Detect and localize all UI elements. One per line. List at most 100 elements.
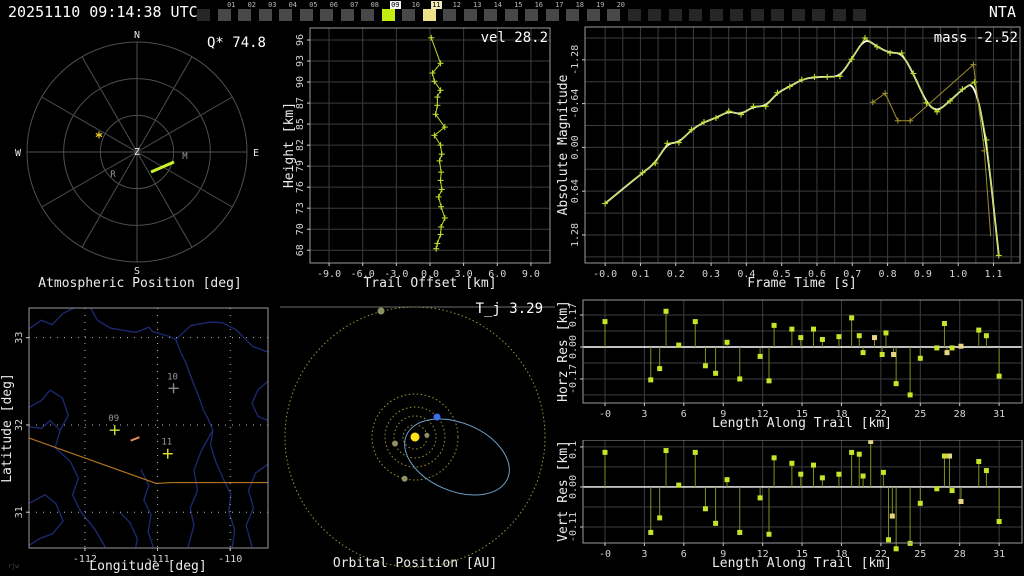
horz-res-09-point (713, 370, 719, 376)
frame-button-08[interactable]: 08 (360, 1, 380, 23)
station-label-09: 09 (108, 414, 119, 424)
vert-res-11-point (947, 453, 953, 459)
river-line (29, 493, 64, 546)
x-tick-label: 0.3 (702, 269, 720, 280)
nta-meteor-dashboard: 20251110 09:14:38 UTC 01 02 03 04 05 06 07 08 09… (0, 0, 1024, 576)
frame-button-18[interactable]: 18 (565, 1, 585, 23)
frame-button-13[interactable]: 13 (463, 1, 483, 23)
frame-number-label: 11 (431, 1, 442, 9)
frame-slot-blank (729, 1, 749, 23)
y-axis-title: Absolute Magnitude (556, 74, 571, 215)
frame-button-02[interactable]: 02 (237, 1, 257, 23)
frame-number-label: 20 (616, 1, 625, 9)
status-bar: 20251110 09:14:38 UTC 01 02 03 04 05 06 07 08 09… (0, 0, 1024, 25)
horz-residuals-panel: -0 3 6 9 12 15 18 22 25 28 31 -0.17 0.00 0.17 Length A… (555, 295, 1024, 440)
frame-button-16[interactable]: 16 (524, 1, 544, 23)
atmospheric-position-plot: NESW Z MRQ* 74.8Atmospheric Position [deg] (15, 30, 266, 291)
vert-res-09-point (949, 488, 955, 494)
vert-res-09-point (789, 460, 795, 466)
orbital-position-plot: T_j 3.29 Orbital Position [AU] (280, 301, 555, 571)
vert-res-09-point (676, 482, 682, 488)
river-line (29, 419, 61, 431)
x-tick-label: 9.0 (522, 269, 540, 280)
frame-number-label: 07 (350, 1, 359, 9)
frame-button-04[interactable]: 04 (278, 1, 298, 23)
frame-number-label: 05 (309, 1, 318, 9)
vert-res-09-point (849, 449, 855, 455)
frame-button-15[interactable]: 15 (504, 1, 524, 23)
y-tick-label: 73 (295, 202, 306, 214)
frame-button-19[interactable]: 19 (586, 1, 606, 23)
y-tick-label: 31 (14, 506, 25, 518)
frame-button-09[interactable]: 09 (381, 1, 401, 23)
mercury-dot (424, 432, 430, 438)
horz-res-09-point (860, 350, 866, 356)
trail-offset-plot: -9.0 -6.0 -3.0 0.0 3.0 6.0 9.06870737679828587… (282, 27, 551, 291)
vert-res-09-point (810, 462, 816, 468)
horz-res-09-point (996, 373, 1002, 379)
y-tick-label: 96 (295, 34, 306, 46)
sky-point-label: M (182, 152, 188, 162)
x-tick-label: -0 (599, 409, 611, 420)
x-tick-label: 1.1 (984, 269, 1002, 280)
frame-button-11[interactable]: 11 (422, 1, 442, 23)
x-tick-label: 3 (641, 409, 647, 420)
frame-number-label: 15 (514, 1, 523, 9)
frame-button-14[interactable]: 14 (483, 1, 503, 23)
horz-res-09-point (934, 345, 940, 351)
x-tick-label: 31 (993, 409, 1005, 420)
horz-res-09-point (657, 366, 663, 372)
horz-res-11-point (891, 352, 897, 358)
x-tick-label: -9.0 (317, 269, 341, 280)
vert-res-11-point (958, 499, 964, 505)
horz-res-09-point (602, 319, 608, 325)
frame-slot-blank (832, 1, 852, 23)
x-tick-label: 6 (681, 549, 687, 560)
x-tick-label: 0.8 (879, 269, 897, 280)
frame-button-17[interactable]: 17 (545, 1, 565, 23)
vert-res-09-point (757, 495, 763, 501)
x-tick-label: -0 (599, 549, 611, 560)
y-tick-label: 0.00 (570, 135, 581, 159)
sun-dot (410, 432, 420, 442)
horz-res-09-point (766, 378, 772, 384)
frame-button-12[interactable]: 12 (442, 1, 462, 23)
frame-button-10[interactable]: 10 (401, 1, 421, 23)
vert-res-09-point (702, 506, 708, 512)
horz-res-11-point (944, 350, 950, 356)
border-line (29, 437, 268, 485)
frame-button-06[interactable]: 06 (319, 1, 339, 23)
frame-number-label: 16 (534, 1, 543, 9)
y-tick-label: 93 (295, 55, 306, 67)
vert-res-09-point (657, 515, 663, 521)
x-tick-label: 0.1 (631, 269, 649, 280)
frame-button-01[interactable]: 01 (217, 1, 237, 23)
horz-res-09-point (676, 342, 682, 348)
ground-map-panel: 09 10 11 -112 -111 -110 31 32 33 Longitude [deg] L… (0, 295, 280, 576)
vert-res-09-point (996, 519, 1002, 525)
frame-button-05[interactable]: 05 (299, 1, 319, 23)
atmospheric-position-panel: N E S W Z M R Q* 74.8 Atmospheric Position [deg] (0, 25, 280, 295)
readout-value: Q* 74.8 (207, 35, 266, 51)
trail-offset-panel: -9.0 -6.0 -3.0 0.0 3.0 6.0 9.0 68 70 73 76 79 82 85 87… (280, 25, 555, 295)
vert-res-09-point (941, 453, 947, 459)
vert-res-11-point (889, 513, 895, 519)
horz-res-09-point (856, 333, 862, 339)
frame-button-20[interactable]: 20 (606, 1, 626, 23)
lightcurve-11-line (872, 63, 992, 237)
vert-res-09-point (893, 546, 899, 552)
x-tick-label: 25 (914, 549, 926, 560)
horz-res-09-point (663, 308, 669, 314)
y-axis-title: Height [km] (282, 102, 297, 188)
frame-button-03[interactable]: 03 (258, 1, 278, 23)
frame-number-label: 02 (247, 1, 256, 9)
frame-button-07[interactable]: 07 (340, 1, 360, 23)
vert-res-09-point (602, 449, 608, 455)
horz-res-09-point (737, 376, 743, 382)
vert-res-09-point (856, 451, 862, 457)
horz-res-09-point (692, 319, 698, 325)
y-tick-label: 70 (295, 223, 306, 235)
earth-dot (433, 413, 441, 421)
cardinal-label: E (253, 148, 259, 159)
vert-res-09-point (880, 469, 886, 475)
